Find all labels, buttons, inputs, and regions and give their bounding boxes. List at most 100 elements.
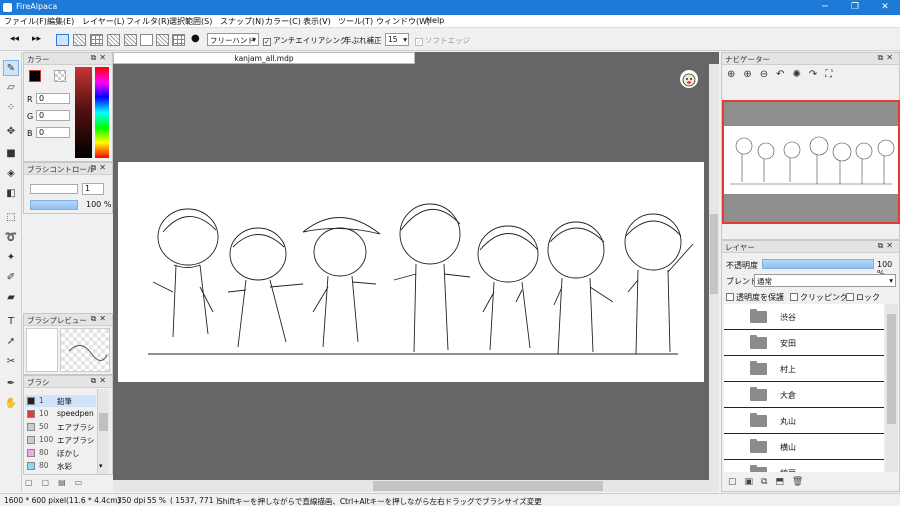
select-eraser-tool-icon[interactable]: ▰ [3,290,19,306]
brush-item[interactable]: 1 鉛筆 [25,395,96,407]
select-pen-tool-icon[interactable]: ✐ [3,270,19,286]
menu-help[interactable]: Help [426,16,444,25]
hue-slider[interactable] [95,67,109,158]
b-input[interactable]: 0 [36,127,70,138]
panel-buttons[interactable]: ⧉✕ [91,163,109,173]
brush-list-scrollbar[interactable]: ▾ [97,389,109,474]
bucket-tool-icon[interactable]: ◈ [3,166,19,182]
brush-item[interactable]: 50 エアブラシ [25,421,96,433]
brush-mode-select[interactable]: フリーハンド ▾ [207,33,259,46]
menu-view[interactable]: 表示(V) [303,16,331,27]
fill-mode-normal-button[interactable] [56,34,69,46]
close-button[interactable]: ✕ [870,0,900,15]
layer-row[interactable]: 丸山 [724,408,884,434]
panel-buttons[interactable]: ⧉✕ [878,241,896,251]
next-arrow-icon[interactable]: ▸▸ [32,34,41,44]
fill-mode-grid-button[interactable] [90,34,103,46]
primary-color-swatch[interactable] [29,70,41,82]
panel-buttons[interactable]: ⧉✕ [91,53,109,63]
fill-mode-radial-button[interactable] [156,34,169,46]
menu-window[interactable]: ウィンドウ(W) [376,16,430,27]
menu-snap[interactable]: スナップ(N) [220,16,264,27]
canvas-vertical-scrollbar[interactable] [709,64,719,492]
layer-row[interactable]: 村上 [724,356,884,382]
antialias-toggle[interactable]: ✓ アンチエイリアシング [263,35,347,46]
eyedropper-tool-icon[interactable]: ✒ [3,376,19,392]
menu-selection[interactable]: 選択範囲(S) [169,16,212,27]
layer-list-scrollbar[interactable] [885,304,898,472]
clipping-checkbox[interactable] [790,293,798,301]
menu-tool[interactable]: ツール(T) [338,16,373,27]
fill-mode-diagonal-button[interactable] [107,34,120,46]
brightness-slider[interactable] [75,67,92,158]
transparent-color-swatch[interactable] [54,70,66,82]
stabilizer-select[interactable]: 15 ▾ [385,33,409,46]
operation-tool-icon[interactable]: ➚ [3,334,19,350]
prev-arrow-icon[interactable]: ◂◂ [10,34,19,44]
g-input[interactable]: 0 [36,110,70,121]
lock-checkbox[interactable] [846,293,854,301]
layer-actions[interactable]: ▢▣⧉⬒🗑 [728,477,811,487]
layer-row[interactable]: 横山 [724,434,884,460]
scroll-down-icon[interactable]: ▾ [99,462,103,470]
minimize-button[interactable]: ─ [810,0,840,15]
dot-tool-icon[interactable]: ⁘ [3,100,19,116]
lock-toggle[interactable]: ロック [846,292,880,303]
layer-row[interactable]: 渋谷 [724,304,884,330]
canvas-horizontal-scrollbar[interactable] [113,480,709,492]
magic-wand-tool-icon[interactable]: ✦ [3,250,19,266]
brush-size-slider[interactable] [30,184,78,194]
menu-color[interactable]: カラー(C) [265,16,301,27]
protect-alpha-toggle[interactable]: 透明度を保護 [726,292,784,303]
text-tool-icon[interactable]: T [3,314,19,330]
layer-opacity-slider[interactable] [762,259,874,269]
scrollbar-thumb[interactable] [887,314,896,424]
scrollbar-thumb[interactable] [99,413,108,431]
layer-row[interactable]: 錦戸 [724,460,884,472]
brush-item[interactable]: 80 水彩 [25,460,96,472]
menu-file[interactable]: ファイル(F) [4,16,47,27]
fill-mode-dots-button[interactable] [172,34,185,46]
select-tool-icon[interactable]: ⬚ [3,210,19,226]
panel-buttons[interactable]: ⧉✕ [91,376,109,386]
panel-buttons[interactable]: ⧉✕ [878,53,896,63]
pen-tool-icon[interactable]: ✎ [3,60,19,76]
dot-icon[interactable]: ● [191,33,200,44]
menu-edit[interactable]: 編集(E) [47,16,74,27]
menu-layer[interactable]: レイヤー(L) [82,16,124,27]
r-input[interactable]: 0 [36,93,70,104]
scrollbar-thumb[interactable] [710,214,718,294]
document-tab[interactable]: kanjam_all.mdp [113,52,415,64]
drawing-paper[interactable] [118,162,704,382]
lasso-tool-icon[interactable]: ➰ [3,230,19,246]
brush-item[interactable]: 80 ぼかし [25,447,96,459]
soft-edge-toggle[interactable]: ✓ ソフトエッジ [415,35,470,46]
antialias-checkbox[interactable]: ✓ [263,38,271,46]
hand-tool-icon[interactable]: ✋ [3,396,19,412]
fill-mode-circle-button[interactable] [140,34,153,46]
fill-tool-icon[interactable]: ■ [3,146,19,162]
brush-size-input[interactable]: 1 [82,183,104,195]
protect-alpha-checkbox[interactable] [726,293,734,301]
eraser-tool-icon[interactable]: ▱ [3,80,19,96]
brush-panel-actions[interactable]: ▢▢▤▭ [25,478,110,490]
maximize-button[interactable]: ❐ [840,0,870,15]
blend-mode-select[interactable]: 通常 ▾ [754,274,896,287]
navigator-preview[interactable] [722,100,900,224]
layer-row[interactable]: 大倉 [724,382,884,408]
fill-mode-hatch-button[interactable] [73,34,86,46]
scrollbar-thumb[interactable] [373,481,603,491]
move-tool-icon[interactable]: ✥ [3,124,19,140]
fill-mode-line-button[interactable] [124,34,137,46]
brush-item[interactable]: 10 speedpen [25,408,96,420]
brush-opacity-slider[interactable] [30,200,78,210]
panel-buttons[interactable]: ⧉✕ [91,314,109,324]
gradient-tool-icon[interactable]: ◧ [3,186,19,202]
navigator-controls[interactable]: ⊕⊕⊖↶✺↷⛶ [727,69,840,80]
menu-filter[interactable]: フィルタ(R) [126,16,170,27]
clipping-toggle[interactable]: クリッピング [790,292,848,303]
soft-edge-checkbox[interactable]: ✓ [415,38,423,46]
layer-row[interactable]: 安田 [724,330,884,356]
divide-tool-icon[interactable]: ✂ [3,354,19,370]
brush-item[interactable]: 100 エアブラシ [25,434,96,446]
